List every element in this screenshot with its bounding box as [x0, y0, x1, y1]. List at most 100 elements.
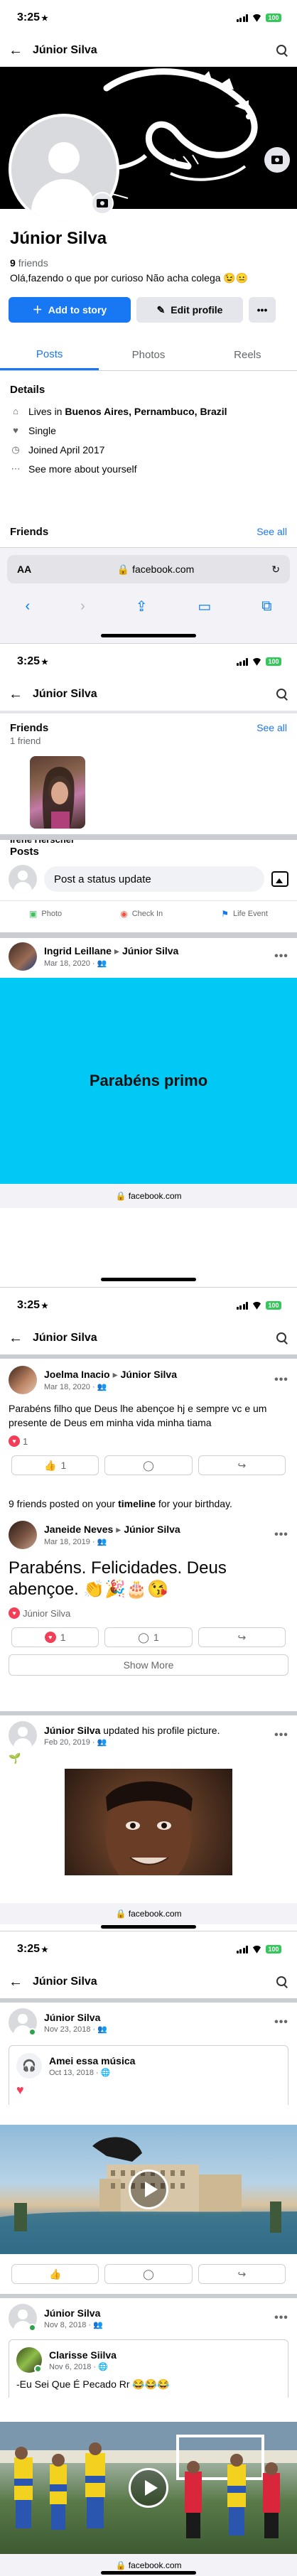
- avatar[interactable]: [9, 1721, 37, 1750]
- avatar[interactable]: [9, 1521, 37, 1549]
- browser-tools: ‹ › ⇪ ▭ ⧉: [0, 592, 297, 620]
- shared-video[interactable]: [0, 2422, 297, 2554]
- back-arrow-icon[interactable]: ←: [9, 686, 23, 703]
- friends-count[interactable]: 9 friends: [10, 257, 48, 269]
- life-event-action[interactable]: ⚑ Life Event: [221, 909, 268, 919]
- status-bar: 3:25 ★ 100: [0, 644, 297, 679]
- share-icon[interactable]: ⇪: [136, 598, 148, 615]
- address-bar[interactable]: AA 🔒 facebook.com ↻: [7, 555, 290, 583]
- post-author[interactable]: Júnior Silva: [44, 2012, 267, 2023]
- checkin-action[interactable]: ◉ Check In: [120, 909, 163, 919]
- back-arrow-icon[interactable]: ←: [9, 1330, 23, 1347]
- forward-chevron-icon[interactable]: ›: [80, 598, 85, 615]
- post-menu-button[interactable]: •••: [274, 1374, 288, 1386]
- post-menu-button[interactable]: •••: [274, 2016, 288, 2029]
- post-target[interactable]: Júnior Silva: [121, 1369, 177, 1380]
- screen-birthday-posts: 3:25 ★ 100 ← Júnior Silva Joelma Inacio ▸ J…: [0, 1288, 297, 1931]
- tabs-icon[interactable]: ⧉: [261, 598, 271, 615]
- profile-picture-photo[interactable]: [65, 1769, 232, 1875]
- post-date: Nov 23, 2018: [44, 2025, 91, 2034]
- share-button[interactable]: ↪: [198, 1627, 286, 1647]
- photo-action[interactable]: ▣ Photo: [29, 909, 62, 919]
- timeline-link[interactable]: timeline: [118, 1498, 156, 1509]
- like-button[interactable]: 👍 1: [11, 1455, 99, 1475]
- photo-icon[interactable]: [271, 871, 288, 887]
- post-target[interactable]: Júnior Silva: [124, 1524, 180, 1535]
- arrow-right-icon: ▸: [114, 945, 119, 956]
- clock: 3:25: [17, 655, 40, 667]
- details-heading: Details: [10, 384, 45, 396]
- profile-tabs: Posts Photos Reels: [0, 340, 297, 371]
- like-button[interactable]: 👍: [11, 2264, 99, 2284]
- post-author[interactable]: Janeide Neves: [44, 1524, 113, 1535]
- avatar[interactable]: [9, 1366, 37, 1394]
- wifi-icon: [252, 1302, 262, 1310]
- sprout-emoji: 🌱: [9, 1752, 21, 1764]
- search-icon[interactable]: [276, 1332, 288, 1344]
- post-menu-button[interactable]: •••: [274, 1729, 288, 1742]
- back-chevron-icon[interactable]: ‹: [25, 598, 30, 615]
- friends-heading: Friends: [10, 526, 49, 538]
- share-button[interactable]: ↪: [198, 1455, 286, 1475]
- edit-profile-button[interactable]: ✎ Edit profile: [136, 297, 243, 323]
- post-author[interactable]: Joelma Inacio: [44, 1369, 110, 1380]
- shared-post[interactable]: Clarisse Siilva Nov 6, 2018 · 🌐 -Eu Sei …: [9, 2339, 288, 2398]
- lock-icon: 🔒: [115, 1909, 126, 1919]
- back-arrow-icon[interactable]: ←: [9, 1974, 23, 1990]
- share-button[interactable]: ↪: [198, 2264, 286, 2284]
- post-menu-button[interactable]: •••: [274, 1529, 288, 1541]
- address-bar-mini[interactable]: 🔒 facebook.com: [0, 1184, 297, 1208]
- post-action-bar: 👍 ◯ ↪: [9, 2261, 288, 2287]
- shared-author[interactable]: Clarisse Siilva: [49, 2349, 117, 2361]
- comment-button[interactable]: ◯ 1: [104, 1627, 193, 1647]
- friends-heading: Friends: [10, 722, 49, 734]
- bookmarks-icon[interactable]: ▭: [198, 598, 211, 615]
- nav-title: Júnior Silva: [33, 1332, 97, 1344]
- plus-icon: ＋: [32, 304, 43, 316]
- post-menu-button[interactable]: •••: [274, 950, 288, 963]
- reaction-summary[interactable]: ♥ Júnior Silva: [0, 1607, 297, 1619]
- shared-video[interactable]: [0, 2125, 297, 2254]
- tab-reels[interactable]: Reels: [198, 340, 297, 370]
- post-date: Mar 18, 2020: [44, 1383, 90, 1391]
- clock: 3:25: [17, 1943, 40, 1955]
- post-date: Mar 18, 2019: [44, 1538, 90, 1546]
- search-icon[interactable]: [276, 1976, 288, 1988]
- reload-icon[interactable]: ↻: [266, 564, 280, 576]
- add-to-story-button[interactable]: ＋ Add to story: [9, 297, 131, 323]
- post-author[interactable]: Júnior Silva: [44, 1725, 100, 1736]
- avatar[interactable]: [9, 865, 37, 893]
- see-all-link[interactable]: See all: [256, 722, 287, 746]
- reaction-summary[interactable]: ♥ 1: [0, 1435, 297, 1447]
- love-button[interactable]: ♥ 1: [11, 1627, 99, 1647]
- pencil-icon: ✎: [156, 303, 166, 316]
- more-button[interactable]: •••: [249, 297, 276, 323]
- shared-post[interactable]: 🎧 Amei essa música Oct 13, 2018 · 🌐 ♥: [9, 2045, 288, 2105]
- heart-icon: ♥: [13, 425, 18, 436]
- comment-button[interactable]: ◯: [104, 2264, 193, 2284]
- see-more-about-link[interactable]: ⋯ See more about yourself: [10, 459, 287, 478]
- see-all-link[interactable]: See all: [256, 526, 287, 538]
- post-target[interactable]: Júnior Silva: [122, 945, 178, 956]
- address-bar-mini[interactable]: 🔒 facebook.com: [0, 1903, 297, 1924]
- online-dot: [28, 2324, 36, 2332]
- reader-aa-button[interactable]: AA: [17, 564, 45, 575]
- search-icon[interactable]: [276, 688, 288, 701]
- post-author[interactable]: Júnior Silva: [44, 2307, 267, 2319]
- play-button[interactable]: [129, 2170, 168, 2209]
- post-menu-button[interactable]: •••: [274, 2312, 288, 2324]
- search-icon[interactable]: [276, 44, 288, 57]
- show-more-button[interactable]: Show More: [9, 1654, 288, 1676]
- play-button[interactable]: [129, 2468, 168, 2508]
- avatar-camera-button[interactable]: [91, 192, 114, 215]
- tab-photos[interactable]: Photos: [99, 340, 198, 370]
- status-input[interactable]: Post a status update: [44, 866, 264, 892]
- tab-posts[interactable]: Posts: [0, 340, 99, 370]
- comment-button[interactable]: ◯: [104, 1455, 193, 1475]
- post-date: Mar 18, 2020: [44, 959, 90, 968]
- post-author[interactable]: Ingrid Leillane: [44, 945, 112, 956]
- avatar[interactable]: [9, 942, 37, 971]
- friend-photo[interactable]: [30, 756, 85, 829]
- back-arrow-icon[interactable]: ←: [9, 43, 23, 59]
- cover-camera-button[interactable]: [264, 147, 290, 173]
